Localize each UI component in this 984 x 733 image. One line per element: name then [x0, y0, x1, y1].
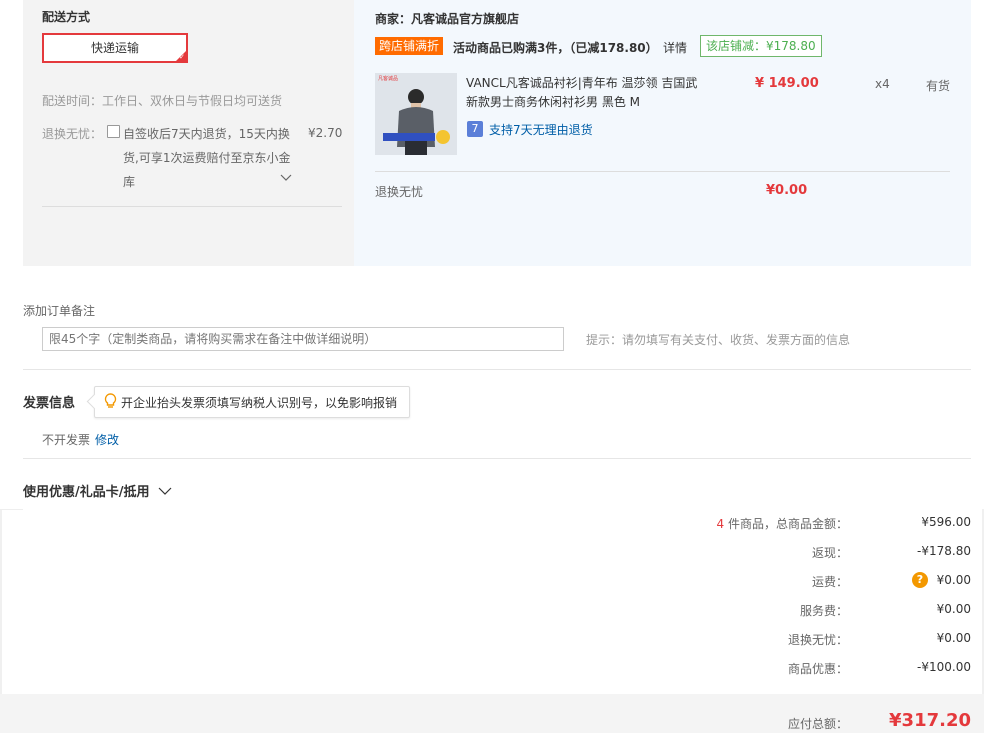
rebate-label: 返现：	[811, 546, 848, 560]
seven-day-return-icon: 7	[467, 121, 483, 137]
payable-total: ¥317.20	[889, 710, 971, 731]
promo-detail-link[interactable]: 详情	[663, 39, 687, 56]
rebate-value: -¥178.80	[917, 544, 971, 558]
product-image[interactable]: 凡客诚品	[375, 73, 457, 155]
invoice-title: 发票信息	[23, 396, 76, 411]
check-icon: ✓	[179, 53, 185, 61]
return-policy-link[interactable]: 支持7天无理由退货	[489, 121, 593, 138]
delivery-time: 配送时间：工作日、双休日与节假日均可送货	[42, 94, 283, 108]
service-fee-value: ¥0.00	[936, 602, 971, 616]
return-worry-fee-label: 退换无忧：	[787, 633, 848, 647]
service-fee-label: 服务费：	[799, 604, 848, 618]
tip-arrow	[86, 393, 103, 410]
shipping-divider	[42, 206, 342, 207]
express-shipping-label: 快递运输	[90, 41, 139, 55]
goods-count-row: 4 件商品，总商品金额：	[717, 515, 848, 532]
shipping-fee-label: 运费：	[811, 575, 848, 589]
return-worry-fee-value: ¥0.00	[936, 631, 971, 645]
summary-top-edge	[0, 509, 23, 510]
promo-tag: 跨店铺满折	[375, 37, 444, 55]
coupon-title: 使用优惠/礼品卡/抵用	[23, 485, 150, 500]
discount-value: -¥100.00	[917, 660, 971, 674]
promo-text: 活动商品已购满3件，（已减178.80）	[453, 41, 658, 55]
return-worry-desc-1: 自签收后7天内退货，15天内换	[123, 127, 290, 141]
return-worry-checkbox[interactable]	[107, 125, 120, 138]
order-note-input[interactable]	[42, 327, 564, 351]
note-divider	[23, 369, 971, 370]
invoice-divider	[23, 458, 971, 459]
product-title-line1[interactable]: VANCL凡客诚品衬衫|青年布 温莎领 吉国武	[466, 74, 697, 91]
product-title-line2[interactable]: 新款男士商务休闲衬衫男 黑色 M	[466, 93, 640, 110]
return-worry-desc-3: 库	[123, 175, 136, 189]
payable-label: 应付总额：	[787, 717, 848, 731]
return-worry-label: 退换无忧：	[42, 127, 103, 141]
store-discount-badge: 该店铺减：¥178.80	[700, 35, 822, 57]
discount-label: 商品优惠：	[787, 662, 848, 676]
invoice-edit-link[interactable]: 修改	[95, 431, 119, 448]
shipping-fee-value: ¥0.00	[936, 573, 971, 587]
service-label: 退换无忧	[375, 185, 424, 199]
product-divider	[375, 171, 950, 172]
order-note-title: 添加订单备注	[23, 304, 96, 318]
question-icon[interactable]: ?	[912, 572, 928, 588]
order-note-hint: 提示：请勿填写有关支付、收货、发票方面的信息	[586, 333, 851, 347]
goods-count-label: 件商品，总商品金额：	[727, 517, 848, 531]
product-image-brand: 凡客诚品	[378, 76, 399, 82]
invoice-tip: 开企业抬头发票须填写纳税人识别号，以免影响报销	[86, 386, 410, 418]
invoice-status: 不开发票	[42, 433, 91, 447]
product-quantity: x4	[875, 77, 890, 91]
summary-left-border	[0, 509, 2, 694]
seller-name: 商家：凡客诚品官方旗舰店	[375, 12, 520, 26]
chevron-down-icon[interactable]	[280, 172, 292, 186]
return-worry-desc-2: 货,可享1次运费赔付至京东小金	[123, 151, 291, 165]
lightbulb-icon	[104, 393, 117, 413]
shipping-title: 配送方式	[42, 10, 91, 24]
product-price: ¥ 149.00	[755, 76, 819, 91]
chevron-down-icon	[158, 487, 172, 495]
return-worry-price: ¥2.70	[308, 126, 343, 140]
stock-status: 有货	[926, 79, 951, 93]
invoice-tip-text: 开企业抬头发票须填写纳税人识别号，以免影响报销	[121, 396, 398, 410]
goods-total: ¥596.00	[921, 515, 971, 529]
express-shipping-button[interactable]: 快递运输 ✓	[42, 33, 188, 63]
coupon-toggle[interactable]: 使用优惠/礼品卡/抵用	[23, 481, 172, 500]
service-price: ¥0.00	[766, 183, 808, 198]
goods-count: 4	[716, 517, 725, 531]
